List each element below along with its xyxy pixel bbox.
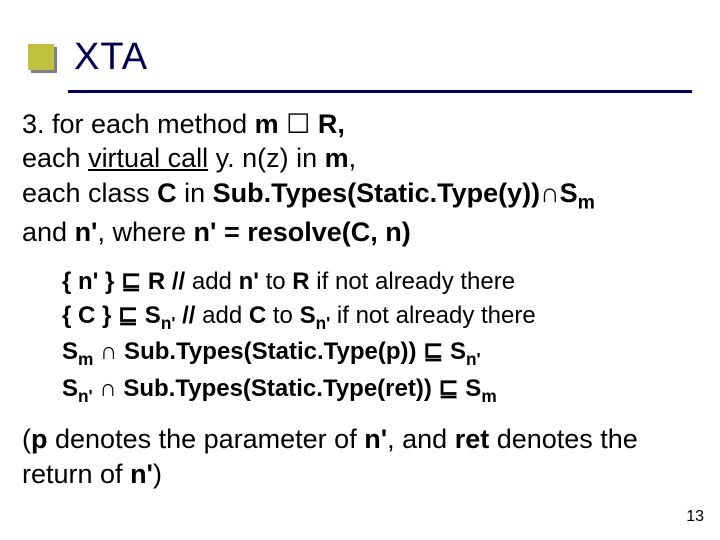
constraint-4: Sn' ∩ Sub.Types(Static.Type(ret)) ⊑ Sm [62,372,702,409]
var-ret: ret [455,424,490,454]
rule-block: 3. for each method m ☐ R, each virtual c… [22,107,702,250]
sqsubeq-symbol: ⊑ [118,302,138,329]
var-S: S [62,338,78,365]
sub-n-prime: n' [161,312,176,332]
sub-m: m [578,191,595,213]
text: to [259,268,292,295]
var-n-prime: n' [75,217,98,247]
text: ( [22,424,31,454]
text: each [22,143,88,173]
sqsubeq-symbol: ⊑ [121,268,141,295]
text: add [202,302,249,329]
set-C: { C } [62,302,118,329]
sub-m: m [481,386,496,406]
text: , and [387,424,455,454]
text: denotes the parameter of [48,424,365,454]
var-m: m [325,143,349,173]
text: 3. for each method [22,109,255,139]
sub-n-prime: n' [466,349,481,369]
page-number: 13 [686,508,704,526]
constraint-1: { n' } ⊑ R // add n' to R if not already… [62,265,702,298]
var-S: S [138,302,161,329]
sqsubeq-symbol: ⊑ [423,338,443,365]
subtypes-p: Sub.Types(Static.Type(p)) [117,338,423,365]
slide-body: 3. for each method m ☐ R, each virtual c… [0,107,720,492]
text: , [349,143,357,173]
text: and [22,217,75,247]
sub-n-prime: n' [78,386,93,406]
set-n-prime: { n' } [62,268,121,295]
text: , where [97,217,193,247]
subtypes-expr: Sub.Types(Static.Type(y)) [213,178,541,208]
var-C: C [249,302,266,329]
slide-title: XTA [74,36,148,79]
text: y. n(z) in [208,143,325,173]
var-S: S [62,375,78,402]
constraint-3: Sm ∩ Sub.Types(Static.Type(p)) ⊑ Sn' [62,335,702,372]
var-n-prime: n' [130,459,153,489]
sqsubeq-symbol: ⊑ [439,375,459,402]
var-S: S [300,302,316,329]
subtypes-ret: Sub.Types(Static.Type(ret)) [117,375,439,402]
bullet-square-icon [28,44,54,70]
text: if not already there [330,302,535,329]
R-comment: R // [141,268,192,295]
cap-symbol: ∩ [100,338,117,365]
text: if not already there [310,268,515,295]
var-S: S [443,338,466,365]
sub-m: m [78,349,93,369]
in-symbol: ☐ [286,109,310,139]
constraint-block: { n' } ⊑ R // add n' to R if not already… [62,265,702,408]
text: each class [22,178,157,208]
text: in [177,178,213,208]
rule-line-4: and n', where n' = resolve(C, n) [22,215,702,250]
var-n-prime: n' [364,424,387,454]
text: to [266,302,299,329]
rule-line-1: 3. for each method m ☐ R, [22,107,702,142]
virtual-call: virtual call [88,143,208,173]
cap-symbol: ∩ [99,375,116,402]
var-p: p [31,424,48,454]
comment-slash: // [175,302,202,329]
resolve-expr: n' = resolve(C, n) [194,217,411,247]
var-R: R, [310,109,345,139]
cap-symbol: ∩ [540,178,559,208]
var-m: m [255,109,279,139]
var-S: S [560,178,578,208]
var-n-prime: n' [239,268,259,295]
var-R: R [292,268,309,295]
var-C: C [157,178,177,208]
title-underline [68,90,692,93]
foot-block: (p denotes the parameter of n', and ret … [22,422,702,491]
sub-n-prime: n' [316,312,331,332]
text: add [192,268,239,295]
rule-line-3: each class C in Sub.Types(Static.Type(y)… [22,176,702,215]
var-S: S [459,375,482,402]
constraint-2: { C } ⊑ Sn' // add C to Sn' if not alrea… [62,299,702,336]
text: ) [153,459,162,489]
title-row: XTA [0,0,720,90]
rule-line-2: each virtual call y. n(z) in m, [22,141,702,176]
